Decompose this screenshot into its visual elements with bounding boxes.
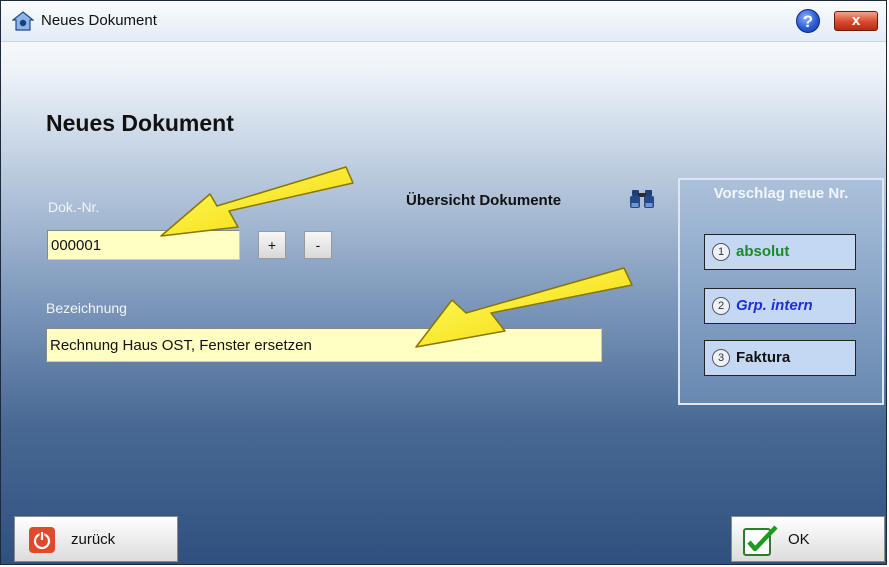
grp-intern-button[interactable]: 2 Grp. intern xyxy=(704,288,856,324)
help-icon[interactable]: ? xyxy=(796,9,820,33)
bezeichnung-label: Bezeichnung xyxy=(46,300,127,316)
grp-intern-label: Grp. intern xyxy=(736,297,813,314)
absolut-label: absolut xyxy=(736,243,790,260)
increment-button[interactable]: + xyxy=(258,231,286,259)
window-title: Neues Dokument xyxy=(41,12,157,29)
doknr-input[interactable]: 000001 xyxy=(47,230,240,260)
decrement-button[interactable]: - xyxy=(304,231,332,259)
suggestion-title: Vorschlag neue Nr. xyxy=(713,185,849,202)
absolut-button[interactable]: 1 absolut xyxy=(704,234,856,270)
number-badge: 2 xyxy=(712,297,730,316)
doknr-label: Dok.-Nr. xyxy=(48,199,100,215)
back-label: zurück xyxy=(71,531,116,548)
close-icon[interactable]: x xyxy=(834,11,878,31)
binoculars-icon[interactable] xyxy=(629,188,655,210)
faktura-label: Faktura xyxy=(736,349,791,366)
ok-label: OK xyxy=(788,531,810,548)
back-button[interactable]: zurück xyxy=(14,516,178,562)
dialog-window: Neues Dokument ? x Neues Dokument Dok.-N… xyxy=(0,0,887,565)
app-icon xyxy=(12,11,34,31)
power-icon xyxy=(29,527,55,553)
checkmark-icon xyxy=(743,525,778,556)
bezeichnung-input[interactable]: Rechnung Haus OST, Fenster ersetzen xyxy=(46,328,602,362)
number-badge: 1 xyxy=(712,243,730,262)
faktura-button[interactable]: 3 Faktura xyxy=(704,340,856,376)
title-bar: Neues Dokument ? x xyxy=(1,1,886,42)
ok-button[interactable]: OK xyxy=(731,516,885,562)
suggestion-group: Vorschlag neue Nr. 1 absolut 2 Grp. intern… xyxy=(678,178,884,405)
number-badge: 3 xyxy=(712,349,730,368)
page-title: Neues Dokument xyxy=(46,110,234,136)
overview-documents-label[interactable]: Übersicht Dokumente xyxy=(406,192,561,209)
